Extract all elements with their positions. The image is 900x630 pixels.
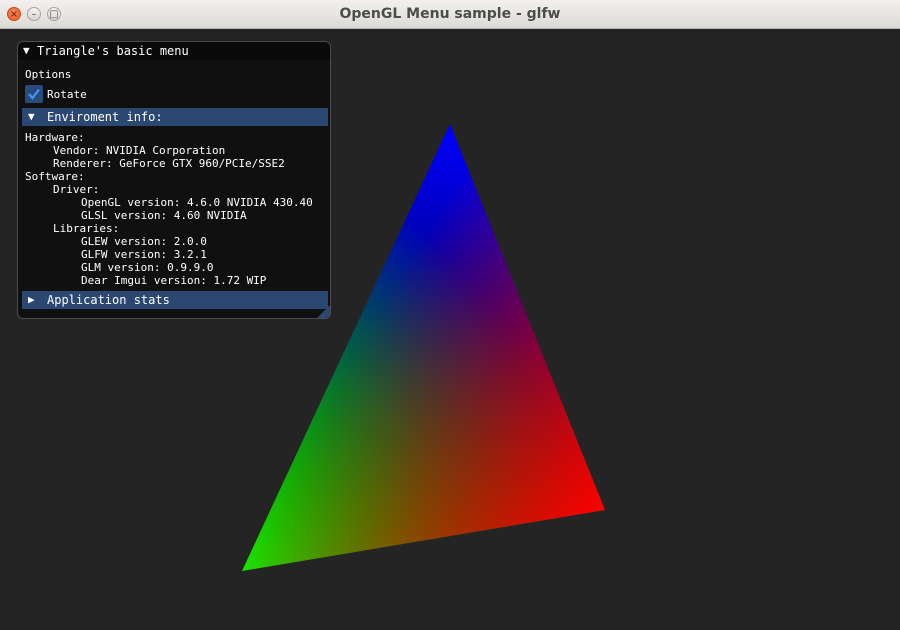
collapsed-arrow-icon: ▶ [28, 293, 35, 306]
opengl-version: OpenGL version: 4.6.0 NVIDIA 430.40 [81, 196, 313, 209]
glsl-version: GLSL version: 4.60 NVIDIA [81, 209, 247, 222]
window-titlebar[interactable]: × – □ OpenGL Menu sample - glfw [0, 0, 900, 29]
vendor-info: Vendor: NVIDIA Corporation [53, 144, 226, 157]
hardware-label: Hardware: [25, 131, 85, 144]
checkmark-icon [28, 88, 40, 100]
renderer-info: Renderer: GeForce GTX 960/PCIe/SSE2 [53, 157, 285, 170]
glew-version: GLEW version: 2.0.0 [81, 235, 207, 248]
expanded-arrow-icon: ▼ [28, 110, 35, 123]
panel-title: Triangle's basic menu [37, 44, 189, 58]
application-stats-label: Application stats [47, 293, 170, 307]
imgui-version: Dear Imgui version: 1.72 WIP [81, 274, 267, 287]
rotate-label[interactable]: Rotate [47, 88, 87, 101]
environment-info-label: Enviroment info: [47, 110, 163, 124]
resize-grip[interactable] [317, 305, 330, 318]
collapse-arrow-icon[interactable]: ▼ [23, 42, 30, 60]
software-label: Software: [25, 170, 85, 183]
libraries-label: Libraries: [53, 222, 120, 235]
panel-titlebar[interactable]: ▼ Triangle's basic menu [18, 42, 330, 60]
rotate-checkbox[interactable] [25, 85, 43, 103]
environment-info-header[interactable]: ▼ Enviroment info: [22, 108, 328, 126]
options-label: Options [25, 68, 72, 81]
driver-label: Driver: [53, 183, 100, 196]
glfw-version: GLFW version: 3.2.1 [81, 248, 207, 261]
glm-version: GLM version: 0.9.9.0 [81, 261, 214, 274]
triangle-menu-panel[interactable]: ▼ Triangle's basic menu Options Rotate ▼… [17, 41, 331, 319]
window-title: OpenGL Menu sample - glfw [339, 6, 561, 22]
application-stats-header[interactable]: ▶ Application stats [22, 291, 328, 309]
